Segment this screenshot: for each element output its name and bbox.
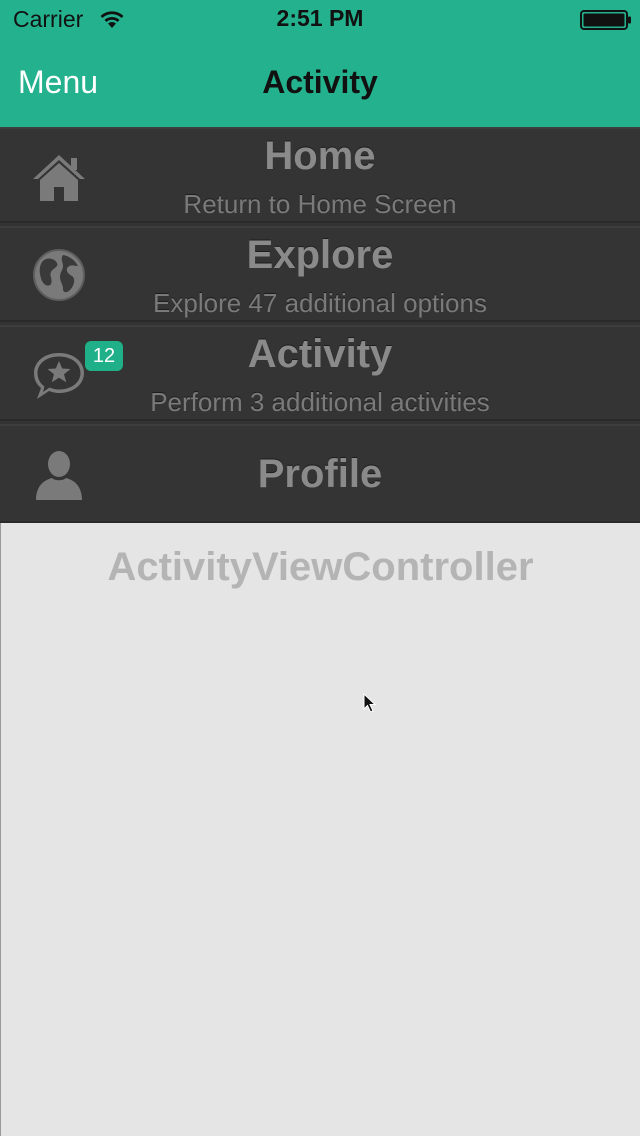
menu-item-activity[interactable]: 12 Activity Perform 3 additional activit…	[0, 325, 640, 421]
menu-item-subtitle: Perform 3 additional activities	[150, 387, 490, 417]
app-screen: Carrier 2:51 PM Menu Activity Home Retur…	[0, 0, 640, 1136]
menu-item-title: Activity	[247, 332, 393, 376]
page-title: Activity	[262, 64, 378, 100]
battery-icon	[580, 10, 631, 30]
menu-item-title: Profile	[257, 452, 383, 496]
menu-item-home[interactable]: Home Return to Home Screen	[0, 127, 640, 223]
menu-item-subtitle: Return to Home Screen	[183, 189, 457, 219]
menu-item-title: Home	[264, 134, 376, 178]
status-time: 2:51 PM	[276, 5, 364, 31]
mouse-cursor-icon	[363, 693, 377, 713]
menu-item-subtitle: Explore 47 additional options	[153, 288, 487, 318]
side-menu: Home Return to Home Screen Explore Explo…	[0, 127, 640, 523]
status-bar: Carrier 2:51 PM	[0, 0, 640, 40]
menu-item-profile[interactable]: Profile	[0, 424, 640, 523]
navigation-bar: Menu Activity	[0, 40, 640, 127]
menu-item-explore[interactable]: Explore Explore 47 additional options	[0, 226, 640, 322]
header: Carrier 2:51 PM Menu Activity	[0, 0, 640, 127]
main-content: ActivityViewController	[0, 523, 640, 1136]
menu-item-title: Explore	[246, 233, 394, 277]
content-placeholder-label: ActivityViewController	[107, 545, 534, 589]
